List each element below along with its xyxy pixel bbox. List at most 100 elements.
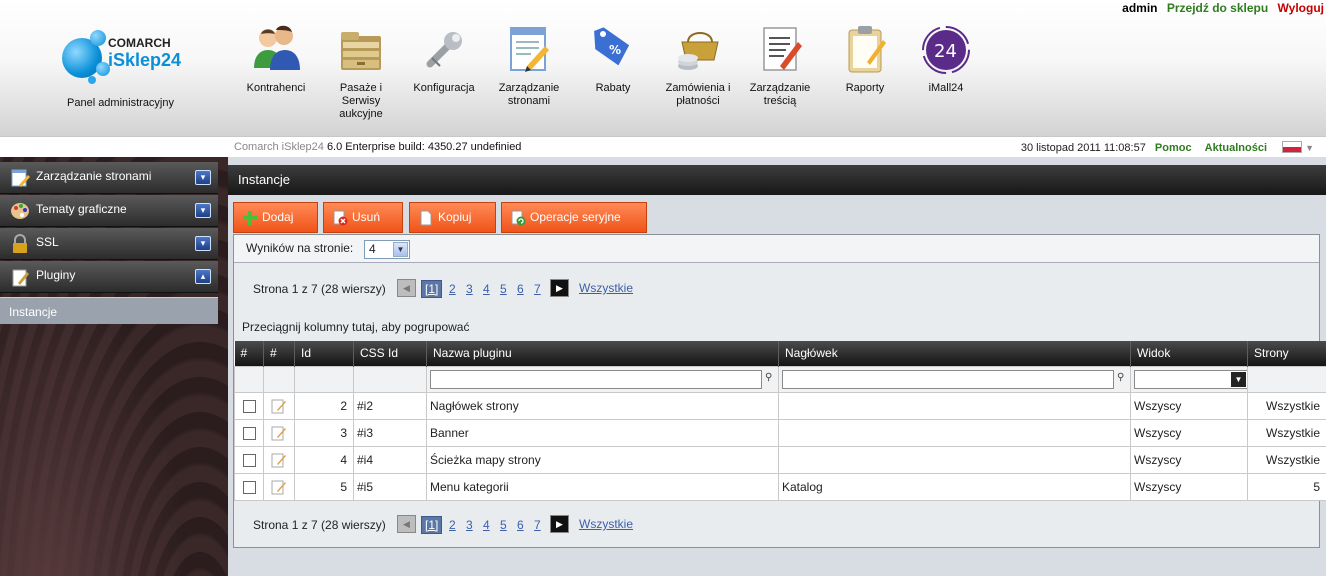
expand-toggle-icon[interactable]: ▾ bbox=[195, 203, 211, 218]
batch-operations-label: Operacje seryjne bbox=[530, 210, 621, 224]
pager-current-page[interactable]: [1] bbox=[421, 280, 443, 298]
copy-button[interactable]: Kopiuj bbox=[409, 202, 496, 233]
column-header[interactable]: Widok bbox=[1130, 341, 1248, 366]
imall24-icon: 24 bbox=[922, 22, 970, 76]
sidebar-section-label: Pluginy bbox=[36, 268, 76, 282]
pager-page[interactable]: 3 bbox=[466, 282, 473, 296]
edit-icon[interactable] bbox=[271, 479, 287, 495]
row-checkbox[interactable] bbox=[243, 426, 256, 440]
sidebar-item-instancje[interactable]: Instancje bbox=[0, 297, 218, 324]
pager-page[interactable]: 6 bbox=[517, 282, 524, 296]
view-filter-select[interactable]: ▼ bbox=[1134, 369, 1247, 389]
cell-id: 4 bbox=[294, 445, 354, 474]
header-bar: admin Przejdź do sklepu Wyloguj COMARCH … bbox=[0, 0, 1326, 136]
results-per-page-select[interactable]: 4 ▼ bbox=[364, 240, 410, 259]
table-row: 4 #i4 Ścieżka mapy strony Wszyscy Wszyst… bbox=[234, 445, 1326, 474]
cell-pages: 5 bbox=[1247, 472, 1326, 501]
svg-text:24: 24 bbox=[934, 41, 957, 62]
row-checkbox[interactable] bbox=[243, 453, 256, 467]
user-bar: admin Przejdź do sklepu Wyloguj bbox=[1116, 1, 1324, 15]
pager-current-page[interactable]: [1] bbox=[421, 516, 443, 534]
column-header[interactable]: Strony bbox=[1247, 341, 1326, 366]
filter-icon[interactable]: ⚲ bbox=[765, 372, 775, 386]
pager-all-link[interactable]: Wszystkie bbox=[579, 281, 633, 295]
name-filter-input[interactable] bbox=[430, 369, 762, 389]
build-suffix: undefinied bbox=[470, 141, 522, 153]
nav-zamowienia[interactable]: Zamówienia i płatności bbox=[660, 22, 736, 108]
add-button[interactable]: Dodaj bbox=[233, 202, 318, 233]
pager-all-link[interactable]: Wszystkie bbox=[579, 517, 633, 531]
column-header[interactable]: Id bbox=[294, 341, 354, 366]
clipboard-icon bbox=[841, 22, 889, 76]
help-link[interactable]: Pomoc bbox=[1155, 142, 1192, 154]
chevron-down-icon[interactable]: ▼ bbox=[1305, 143, 1314, 153]
column-header[interactable]: Nagłówek bbox=[778, 341, 1131, 366]
expand-toggle-icon[interactable]: ▾ bbox=[195, 170, 211, 185]
pager-page[interactable]: 4 bbox=[483, 518, 490, 532]
sidebar-section-zarzadzanie-stronami[interactable]: Zarządzanie stronami ▾ bbox=[0, 162, 218, 194]
results-per-page-value: 4 bbox=[369, 242, 376, 256]
pager-page[interactable]: 5 bbox=[500, 282, 507, 296]
sidebar-section-pluginy[interactable]: Pluginy ▴ bbox=[0, 261, 218, 293]
cell-plugin-name: Menu kategorii bbox=[426, 472, 779, 501]
row-checkbox[interactable] bbox=[243, 480, 256, 494]
cell-css-id: #i5 bbox=[353, 472, 427, 501]
header-filter-input[interactable] bbox=[782, 369, 1114, 389]
expand-toggle-icon[interactable]: ▾ bbox=[195, 236, 211, 251]
cell-header bbox=[778, 418, 1131, 447]
prev-page-icon[interactable]: ◀ bbox=[397, 279, 416, 297]
pager-page[interactable]: 3 bbox=[466, 518, 473, 532]
batch-operations-button[interactable]: Operacje seryjne bbox=[501, 202, 647, 233]
build-info: Comarch iSklep24 6.0 Enterprise build: 4… bbox=[234, 141, 521, 153]
news-link[interactable]: Aktualności bbox=[1205, 142, 1267, 154]
prev-page-icon[interactable]: ◀ bbox=[397, 515, 416, 533]
group-by-hint[interactable]: Przeciągnij kolumny tutaj, aby pogrupowa… bbox=[242, 320, 469, 334]
logout-link[interactable]: Wyloguj bbox=[1278, 1, 1324, 15]
pager-page[interactable]: 5 bbox=[500, 518, 507, 532]
nav-rabaty[interactable]: % Rabaty bbox=[575, 22, 651, 95]
column-header[interactable]: # bbox=[234, 341, 264, 366]
nav-zarzadzanie-stronami[interactable]: Zarządzanie stronami bbox=[491, 22, 567, 108]
folders-icon bbox=[337, 22, 385, 76]
edit-icon[interactable] bbox=[271, 452, 287, 468]
delete-button[interactable]: Usuń bbox=[323, 202, 403, 233]
logo-brand-top: COMARCH bbox=[108, 36, 171, 50]
nav-label: Pasaże i Serwisy aukcyjne bbox=[339, 82, 383, 120]
edit-icon[interactable] bbox=[271, 425, 287, 441]
next-page-icon[interactable]: ▶ bbox=[550, 279, 569, 297]
pager-page[interactable]: 2 bbox=[449, 282, 456, 296]
edit-icon[interactable] bbox=[271, 398, 287, 414]
nav-konfiguracja[interactable]: Konfiguracja bbox=[406, 22, 482, 95]
pager-page[interactable]: 7 bbox=[534, 518, 541, 532]
cell-header: Katalog bbox=[778, 472, 1131, 501]
table-row: 2 #i2 Nagłówek strony Wszyscy Wszystkie bbox=[234, 391, 1326, 420]
pager-page[interactable]: 7 bbox=[534, 282, 541, 296]
next-page-icon[interactable]: ▶ bbox=[550, 515, 569, 533]
filter-icon[interactable]: ⚲ bbox=[1117, 372, 1127, 386]
cell-id: 3 bbox=[294, 418, 354, 447]
nav-raporty[interactable]: Raporty bbox=[827, 22, 903, 95]
pager-page[interactable]: 6 bbox=[517, 518, 524, 532]
sidebar-section-tematy-graficzne[interactable]: Tematy graficzne ▾ bbox=[0, 195, 218, 227]
sidebar-section-label: SSL bbox=[36, 235, 59, 249]
nav-pasaze[interactable]: Pasaże i Serwisy aukcyjne bbox=[323, 22, 399, 121]
sidebar-section-ssl[interactable]: SSL ▾ bbox=[0, 228, 218, 260]
column-header[interactable]: CSS Id bbox=[353, 341, 427, 366]
nav-kontrahenci[interactable]: Kontrahenci bbox=[238, 22, 314, 95]
cell-view: Wszyscy bbox=[1130, 391, 1248, 420]
go-to-shop-link[interactable]: Przejdź do sklepu bbox=[1167, 1, 1268, 15]
cell-css-id: #i2 bbox=[353, 391, 427, 420]
pager-page[interactable]: 2 bbox=[449, 518, 456, 532]
column-header[interactable]: # bbox=[263, 341, 295, 366]
nav-zarzadzanie-trescia[interactable]: Zarządzanie treścią bbox=[742, 22, 818, 108]
pager-page[interactable]: 4 bbox=[483, 282, 490, 296]
column-header[interactable]: Nazwa pluginu bbox=[426, 341, 779, 366]
nav-imall24[interactable]: 24 iMall24 bbox=[908, 22, 984, 95]
collapse-toggle-icon[interactable]: ▴ bbox=[195, 269, 211, 284]
plugin-icon bbox=[12, 269, 29, 287]
comarch-logo[interactable]: COMARCH iSklep24 bbox=[60, 24, 190, 84]
sidebar: Zarządzanie stronami ▾ Tematy graficzne … bbox=[0, 157, 228, 576]
row-checkbox[interactable] bbox=[243, 399, 256, 413]
poland-flag-icon[interactable] bbox=[1282, 141, 1303, 153]
pager-info: Strona 1 z 7 (28 wierszy) bbox=[253, 518, 386, 532]
